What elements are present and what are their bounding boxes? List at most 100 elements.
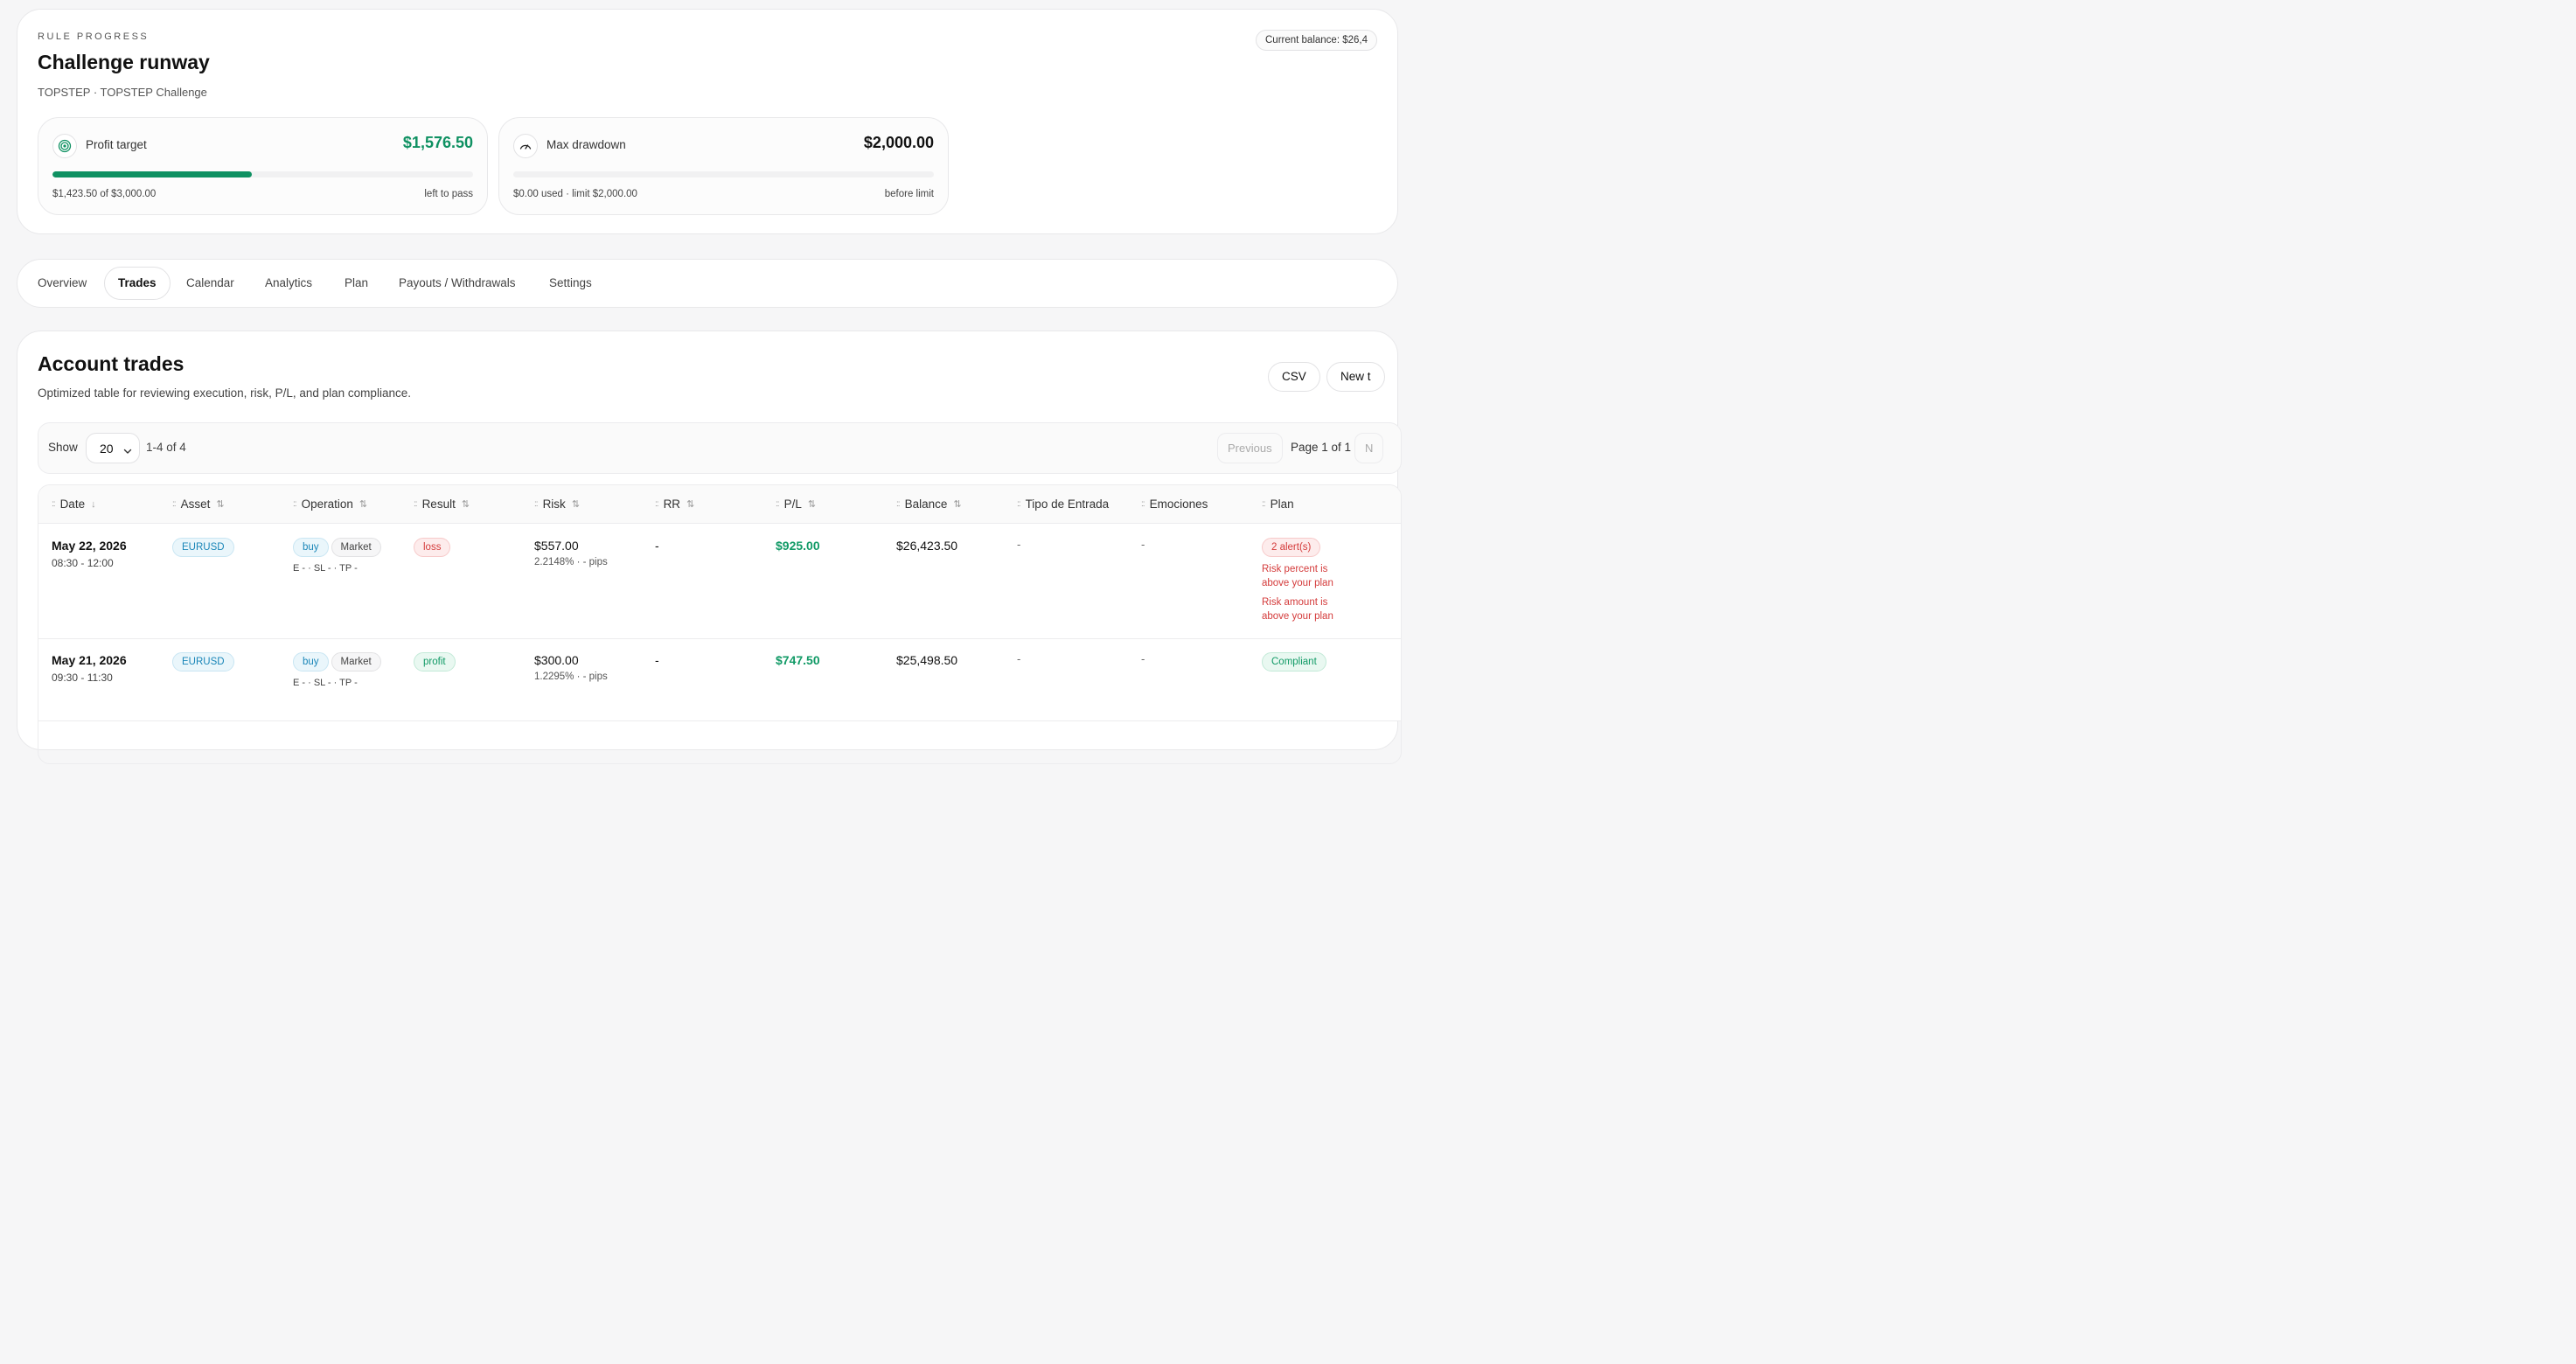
rr-value: - <box>655 539 659 553</box>
table-row[interactable]: May 21, 2026 09:30 - 11:30 EURUSD buy Mar… <box>38 639 1401 721</box>
plan-cell: Compliant <box>1262 652 1326 672</box>
table-row[interactable]: May 22, 2026 08:30 - 12:00 EURUSD buy Mar… <box>38 524 1401 639</box>
profit-target-label: Profit target <box>86 138 147 151</box>
column-asset[interactable]: :: Asset ⇅ <box>172 498 225 511</box>
sort-icon: ⇅ <box>807 499 817 510</box>
tab-overview[interactable]: Overview <box>24 267 100 300</box>
show-label: Show <box>48 441 78 454</box>
page-indicator: Page 1 of 1 <box>1291 441 1352 454</box>
sort-desc-icon: ↓ <box>91 498 96 510</box>
profit-target-footer-right: left to pass <box>424 189 473 199</box>
drag-handle-icon[interactable]: :: <box>534 499 538 509</box>
side-badge: buy <box>293 538 329 557</box>
tab-trades[interactable]: Trades <box>104 267 171 300</box>
target-icon <box>52 134 77 158</box>
risk-detail: 1.2295% · - pips <box>534 672 608 682</box>
column-result[interactable]: :: Result ⇅ <box>414 498 470 511</box>
column-date[interactable]: :: Date ↓ <box>52 498 96 511</box>
result-badge: loss <box>414 538 451 557</box>
balance-value: $26,423.50 <box>896 539 958 553</box>
emotions-value: - <box>1141 652 1145 665</box>
risk-amount: $557.00 <box>534 539 579 553</box>
column-entry-type[interactable]: :: Tipo de Entrada <box>1017 498 1109 511</box>
tab-settings[interactable]: Settings <box>536 267 605 300</box>
profit-target-progress-track <box>52 171 473 177</box>
risk-cell: $557.00 2.2148% · - pips <box>534 539 608 567</box>
balance-value: $25,498.50 <box>896 653 958 667</box>
plan-compliant-badge[interactable]: Compliant <box>1262 652 1326 672</box>
drag-handle-icon[interactable]: :: <box>1017 499 1020 509</box>
risk-cell: $300.00 1.2295% · - pips <box>534 653 608 682</box>
tab-bar: Overview Trades Calendar Analytics Plan … <box>17 259 1398 308</box>
result-cell: loss <box>414 538 451 557</box>
plan-alert-badge[interactable]: 2 alert(s) <box>1262 538 1321 557</box>
table-toolbar: Show 20 1-4 of 4 Previous Page 1 of 1 N <box>38 422 1402 474</box>
column-balance[interactable]: :: Balance ⇅ <box>896 498 962 511</box>
drag-handle-icon[interactable]: :: <box>776 499 779 509</box>
pl-value: $747.50 <box>776 653 820 667</box>
drag-handle-icon[interactable]: :: <box>172 499 176 509</box>
column-emotions[interactable]: :: Emociones <box>1141 498 1208 511</box>
drag-handle-icon[interactable]: :: <box>414 499 417 509</box>
result-cell: profit <box>414 652 456 672</box>
previous-page-button[interactable]: Previous <box>1217 433 1283 463</box>
date-cell: May 21, 2026 09:30 - 11:30 <box>52 653 127 684</box>
operation-cell: buy Market E - · SL - · TP - <box>293 538 381 574</box>
table-header: :: Date ↓ :: Asset ⇅ :: Operation ⇅ :: Result ⇅ … <box>38 485 1401 524</box>
asset-cell: EURUSD <box>172 652 234 672</box>
drag-handle-icon[interactable]: :: <box>293 499 296 509</box>
emotions-value: - <box>1141 538 1145 551</box>
trade-levels: E - · SL - · TP - <box>293 563 358 574</box>
current-balance-pill: Current balance: $26,4 <box>1256 30 1377 51</box>
drag-handle-icon[interactable]: :: <box>1262 499 1265 509</box>
side-badge: buy <box>293 652 329 672</box>
asset-badge: EURUSD <box>172 652 234 672</box>
tab-payouts-withdrawals[interactable]: Payouts / Withdrawals <box>386 267 529 300</box>
sort-icon: ⇅ <box>216 499 225 510</box>
asset-cell: EURUSD <box>172 538 234 557</box>
max-drawdown-footer-left: $0.00 used · limit $2,000.00 <box>513 189 637 199</box>
order-type-badge: Market <box>331 538 381 557</box>
rr-value: - <box>655 653 659 667</box>
operation-cell: buy Market E - · SL - · TP - <box>293 652 381 688</box>
drag-handle-icon[interactable]: :: <box>1141 499 1145 509</box>
page-size-select[interactable]: 20 <box>86 433 140 463</box>
max-drawdown-value: $2,000.00 <box>863 134 934 151</box>
pl-value: $925.00 <box>776 539 820 553</box>
max-drawdown-label: Max drawdown <box>547 138 626 151</box>
challenge-subtitle: TOPSTEP · TOPSTEP Challenge <box>38 86 207 99</box>
challenge-title: Challenge runway <box>38 51 210 73</box>
plan-alert-message: Risk amount is above your plan <box>1262 597 1333 622</box>
drag-handle-icon[interactable]: :: <box>655 499 658 509</box>
account-trades-title: Account trades <box>38 352 184 375</box>
column-risk[interactable]: :: Risk ⇅ <box>534 498 580 511</box>
csv-button[interactable]: CSV <box>1268 362 1320 392</box>
column-operation[interactable]: :: Operation ⇅ <box>293 498 367 511</box>
sort-icon: ⇅ <box>953 499 962 510</box>
date-cell: May 22, 2026 08:30 - 12:00 <box>52 539 127 569</box>
tab-plan[interactable]: Plan <box>331 267 381 300</box>
profit-target-value: $1,576.50 <box>402 134 473 151</box>
rule-progress-eyebrow: RULE PROGRESS <box>38 31 150 42</box>
tab-calendar[interactable]: Calendar <box>173 267 247 300</box>
tab-analytics[interactable]: Analytics <box>252 267 325 300</box>
account-trades-subtitle: Optimized table for reviewing execution,… <box>38 386 411 400</box>
page-size-value: 20 <box>100 442 114 456</box>
max-drawdown-progress-track <box>513 171 934 177</box>
sort-icon: ⇅ <box>571 499 581 510</box>
drag-handle-icon[interactable]: :: <box>896 499 900 509</box>
column-pl[interactable]: :: P/L ⇅ <box>776 498 816 511</box>
entry-type-value: - <box>1017 538 1021 551</box>
entry-type-value: - <box>1017 652 1021 665</box>
new-trade-button[interactable]: New t <box>1326 362 1385 392</box>
column-plan[interactable]: :: Plan <box>1262 498 1294 511</box>
trade-date: May 22, 2026 <box>52 539 127 553</box>
chevron-down-icon <box>123 444 132 460</box>
risk-amount: $300.00 <box>534 653 579 667</box>
drag-handle-icon[interactable]: :: <box>52 499 55 509</box>
next-page-button[interactable]: N <box>1354 433 1384 463</box>
result-range: 1-4 of 4 <box>146 441 186 454</box>
profit-target-footer-left: $1,423.50 of $3,000.00 <box>52 189 157 199</box>
column-rr[interactable]: :: RR ⇅ <box>655 498 694 511</box>
account-trades-card: Account trades Optimized table for revie… <box>17 331 1402 764</box>
